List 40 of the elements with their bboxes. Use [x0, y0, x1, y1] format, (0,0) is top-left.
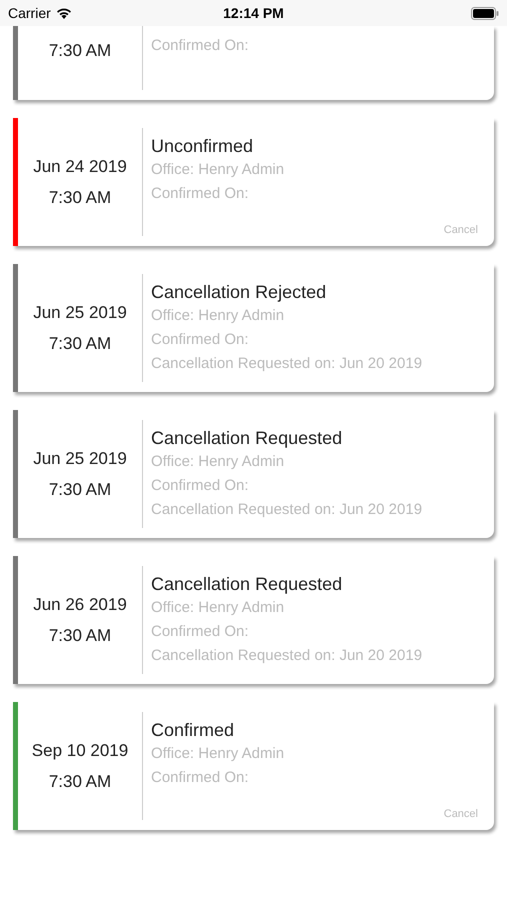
appointment-status: Cancellation Rejected: [151, 281, 328, 304]
appointment-card[interactable]: Jun 26 2019 7:30 AM Cancellation Requested Office: Henry Admin Confirmed On: Cancellation Requested on: Jun 20 2019: [13, 556, 494, 684]
office-label: Office: Henry Admin: [151, 598, 286, 618]
appointment-status: Cancellation Requested: [151, 427, 344, 450]
appointment-date: Jun 25 2019: [33, 302, 127, 324]
appointment-date: Sep 10 2019: [32, 740, 128, 762]
appointment-time: 7:30 AM: [48, 771, 112, 793]
cancellation-requested-label: Cancellation Requested on: Jun 20 2019: [151, 646, 424, 666]
appointment-date: Jun 26 2019: [33, 594, 127, 616]
appointment-card[interactable]: Jun 25 2019 7:30 AM Cancellation Rejected Office: Henry Admin Confirmed On: Cancellation Requested on: Jun 20 2019: [13, 264, 494, 392]
appointment-card[interactable]: Jun 24 2019 7:30 AM Unconfirmed Office: Henry Admin Confirmed On: Cancel: [13, 118, 494, 246]
appointment-card[interactable]: Jun 25 2019 7:30 AM Cancellation Requested Office: Henry Admin Confirmed On: Cancellation Requested on: Jun 20 2019: [13, 410, 494, 538]
appointment-time: 7:30 AM: [48, 625, 112, 647]
appointment-status: Cancellation Requested: [151, 573, 344, 596]
confirmed-on-label: Confirmed On:: [151, 330, 250, 350]
appointment-status: Unconfirmed: [151, 135, 254, 158]
appointment-time: 7:30 AM: [48, 187, 112, 209]
confirmed-on-label: Confirmed On:: [151, 768, 250, 788]
confirmed-on-label: Confirmed On:: [151, 476, 250, 496]
appointment-card[interactable]: 7:30 AM Confirmed On:: [13, 26, 494, 100]
office-label: Office: Henry Admin: [151, 744, 286, 764]
appointment-time: 7:30 AM: [48, 479, 112, 501]
appointment-date: Jun 25 2019: [33, 448, 127, 470]
appointment-time: 7:30 AM: [48, 333, 112, 355]
office-label: Office: Henry Admin: [151, 306, 286, 326]
cancellation-requested-label: Cancellation Requested on: Jun 20 2019: [151, 354, 424, 374]
carrier-label: Carrier: [8, 4, 51, 22]
appointment-time: 7:30 AM: [48, 40, 112, 62]
clock-time: 12:14 PM: [223, 4, 284, 22]
confirmed-on-label: Confirmed On:: [151, 622, 250, 642]
battery-icon: [471, 6, 499, 20]
appointment-date: Jun 24 2019: [33, 156, 127, 178]
confirmed-on-label: Confirmed On:: [151, 37, 249, 54]
office-label: Office: Henry Admin: [151, 452, 286, 472]
office-label: Office: Henry Admin: [151, 160, 286, 180]
appointment-status: Confirmed: [151, 719, 236, 742]
appointment-card[interactable]: Sep 10 2019 7:30 AM Confirmed Office: Henry Admin Confirmed On: Cancel: [13, 702, 494, 830]
wifi-icon: [56, 7, 72, 19]
confirmed-on-label: Confirmed On:: [151, 184, 250, 204]
cancellation-requested-label: Cancellation Requested on: Jun 20 2019: [151, 500, 424, 520]
